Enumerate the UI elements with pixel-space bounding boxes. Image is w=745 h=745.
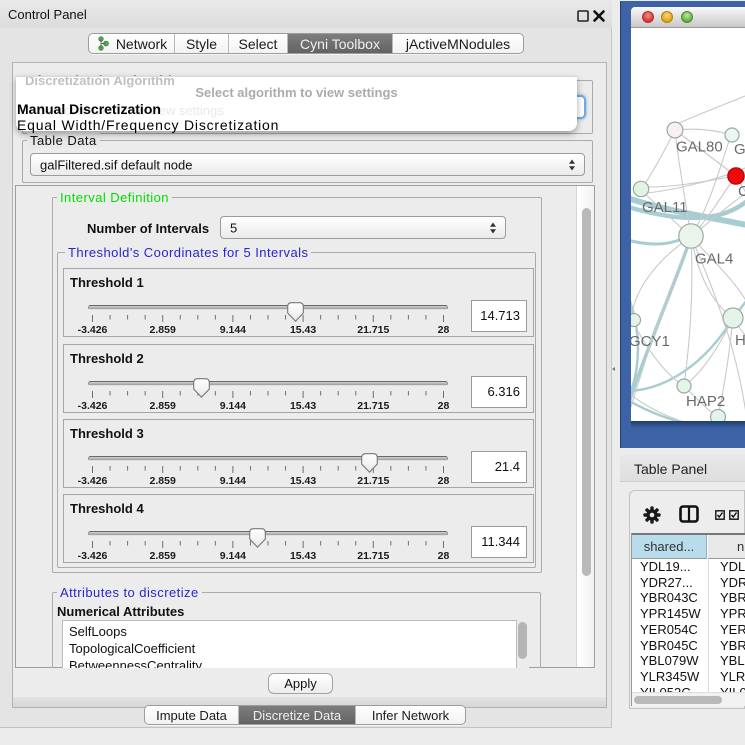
svg-text:GAL4: GAL4 bbox=[695, 251, 733, 268]
svg-text:GAL11: GAL11 bbox=[642, 199, 688, 216]
svg-text:HAP2: HAP2 bbox=[686, 393, 725, 410]
svg-text:GA: GA bbox=[734, 141, 745, 158]
svg-text:C: C bbox=[738, 183, 745, 200]
svg-text:GCY1: GCY1 bbox=[631, 333, 670, 350]
svg-text:H: H bbox=[735, 332, 745, 349]
svg-text:GAL80: GAL80 bbox=[676, 139, 723, 156]
